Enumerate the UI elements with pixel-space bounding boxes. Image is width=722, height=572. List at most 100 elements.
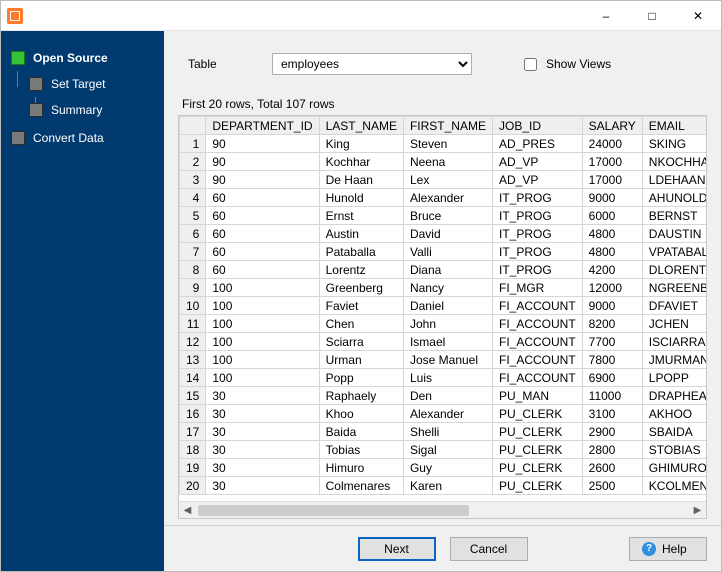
cell[interactable]: Alexander — [403, 189, 492, 207]
cell[interactable]: LDEHAAN — [642, 171, 706, 189]
cell[interactable]: Urman — [319, 351, 403, 369]
row-number[interactable]: 5 — [180, 207, 206, 225]
cell[interactable]: 7700 — [582, 333, 642, 351]
cell[interactable]: 30 — [206, 459, 319, 477]
step-summary[interactable]: Summary — [19, 97, 164, 123]
cell[interactable]: AHUNOLD — [642, 189, 706, 207]
row-number[interactable]: 9 — [180, 279, 206, 297]
scroll-thumb[interactable] — [198, 505, 469, 516]
cell[interactable]: 4800 — [582, 243, 642, 261]
table-row[interactable]: 11100ChenJohnFI_ACCOUNT8200JCHEN — [180, 315, 707, 333]
row-number[interactable]: 10 — [180, 297, 206, 315]
cell[interactable]: PU_CLERK — [492, 459, 582, 477]
cell[interactable]: John — [403, 315, 492, 333]
table-row[interactable]: 290KochharNeenaAD_VP17000NKOCHHAR — [180, 153, 707, 171]
cell[interactable]: 60 — [206, 189, 319, 207]
cell[interactable]: ISCIARRA — [642, 333, 706, 351]
column-header[interactable]: JOB_ID — [492, 117, 582, 135]
table-row[interactable]: 1630KhooAlexanderPU_CLERK3100AKHOO — [180, 405, 707, 423]
cell[interactable]: 11000 — [582, 387, 642, 405]
cell[interactable]: AD_PRES — [492, 135, 582, 153]
row-number[interactable]: 3 — [180, 171, 206, 189]
cell[interactable]: 90 — [206, 171, 319, 189]
cell[interactable]: PU_CLERK — [492, 405, 582, 423]
cell[interactable]: Shelli — [403, 423, 492, 441]
table-row[interactable]: 190KingStevenAD_PRES24000SKING — [180, 135, 707, 153]
cell[interactable]: King — [319, 135, 403, 153]
column-header[interactable]: EMAIL — [642, 117, 706, 135]
cell[interactable]: IT_PROG — [492, 261, 582, 279]
cell[interactable]: Sigal — [403, 441, 492, 459]
cell[interactable]: 100 — [206, 315, 319, 333]
row-number[interactable]: 1 — [180, 135, 206, 153]
cell[interactable]: 2900 — [582, 423, 642, 441]
cell[interactable]: PU_CLERK — [492, 441, 582, 459]
cell[interactable]: 60 — [206, 225, 319, 243]
cell[interactable]: 30 — [206, 405, 319, 423]
table-row[interactable]: 10100FavietDanielFI_ACCOUNT9000DFAVIET — [180, 297, 707, 315]
step-open-source[interactable]: Open Source — [1, 45, 164, 71]
cell[interactable]: AD_VP — [492, 153, 582, 171]
scroll-left-icon[interactable]: ◀ — [179, 502, 196, 519]
row-number[interactable]: 17 — [180, 423, 206, 441]
cell[interactable]: Popp — [319, 369, 403, 387]
cell[interactable]: DRAPHEAL — [642, 387, 706, 405]
row-number[interactable]: 18 — [180, 441, 206, 459]
cell[interactable]: 90 — [206, 153, 319, 171]
cell[interactable]: Colmenares — [319, 477, 403, 495]
cell[interactable]: JCHEN — [642, 315, 706, 333]
table-row[interactable]: 14100PoppLuisFI_ACCOUNT6900LPOPP — [180, 369, 707, 387]
minimize-button[interactable]: – — [583, 1, 629, 31]
cell[interactable]: Greenberg — [319, 279, 403, 297]
cell[interactable]: SKING — [642, 135, 706, 153]
cell[interactable]: 100 — [206, 279, 319, 297]
cell[interactable]: FI_ACCOUNT — [492, 315, 582, 333]
cell[interactable]: IT_PROG — [492, 243, 582, 261]
cell[interactable]: Kochhar — [319, 153, 403, 171]
row-number[interactable]: 12 — [180, 333, 206, 351]
table-row[interactable]: 12100SciarraIsmaelFI_ACCOUNT7700ISCIARRA — [180, 333, 707, 351]
cell[interactable]: FI_ACCOUNT — [492, 297, 582, 315]
cell[interactable]: Pataballa — [319, 243, 403, 261]
cell[interactable]: NGREENBE — [642, 279, 706, 297]
cell[interactable]: 17000 — [582, 153, 642, 171]
cell[interactable]: 30 — [206, 477, 319, 495]
cell[interactable]: LPOPP — [642, 369, 706, 387]
cell[interactable]: FI_ACCOUNT — [492, 351, 582, 369]
table-row[interactable]: 1730BaidaShelliPU_CLERK2900SBAIDA — [180, 423, 707, 441]
cancel-button[interactable]: Cancel — [450, 537, 528, 561]
column-header[interactable]: SALARY — [582, 117, 642, 135]
close-button[interactable]: ✕ — [675, 1, 721, 31]
row-number[interactable]: 11 — [180, 315, 206, 333]
cell[interactable]: Lorentz — [319, 261, 403, 279]
table-row[interactable]: 1930HimuroGuyPU_CLERK2600GHIMURO — [180, 459, 707, 477]
cell[interactable]: 100 — [206, 351, 319, 369]
row-number[interactable]: 13 — [180, 351, 206, 369]
horizontal-scrollbar[interactable]: ◀ ▶ — [179, 501, 706, 518]
cell[interactable]: Nancy — [403, 279, 492, 297]
cell[interactable]: 24000 — [582, 135, 642, 153]
cell[interactable]: 100 — [206, 369, 319, 387]
cell[interactable]: Steven — [403, 135, 492, 153]
cell[interactable]: IT_PROG — [492, 189, 582, 207]
next-button[interactable]: Next — [358, 537, 436, 561]
cell[interactable]: Bruce — [403, 207, 492, 225]
cell[interactable]: FI_ACCOUNT — [492, 333, 582, 351]
cell[interactable]: 30 — [206, 423, 319, 441]
maximize-button[interactable]: □ — [629, 1, 675, 31]
cell[interactable]: 2800 — [582, 441, 642, 459]
column-header[interactable]: FIRST_NAME — [403, 117, 492, 135]
cell[interactable]: Luis — [403, 369, 492, 387]
cell[interactable]: Faviet — [319, 297, 403, 315]
row-number[interactable]: 15 — [180, 387, 206, 405]
row-number[interactable]: 14 — [180, 369, 206, 387]
cell[interactable]: 2500 — [582, 477, 642, 495]
cell[interactable]: Valli — [403, 243, 492, 261]
cell[interactable]: 6900 — [582, 369, 642, 387]
cell[interactable]: 60 — [206, 243, 319, 261]
cell[interactable]: De Haan — [319, 171, 403, 189]
cell[interactable]: David — [403, 225, 492, 243]
table-row[interactable]: 1830TobiasSigalPU_CLERK2800STOBIAS — [180, 441, 707, 459]
cell[interactable]: FI_ACCOUNT — [492, 369, 582, 387]
cell[interactable]: AKHOO — [642, 405, 706, 423]
